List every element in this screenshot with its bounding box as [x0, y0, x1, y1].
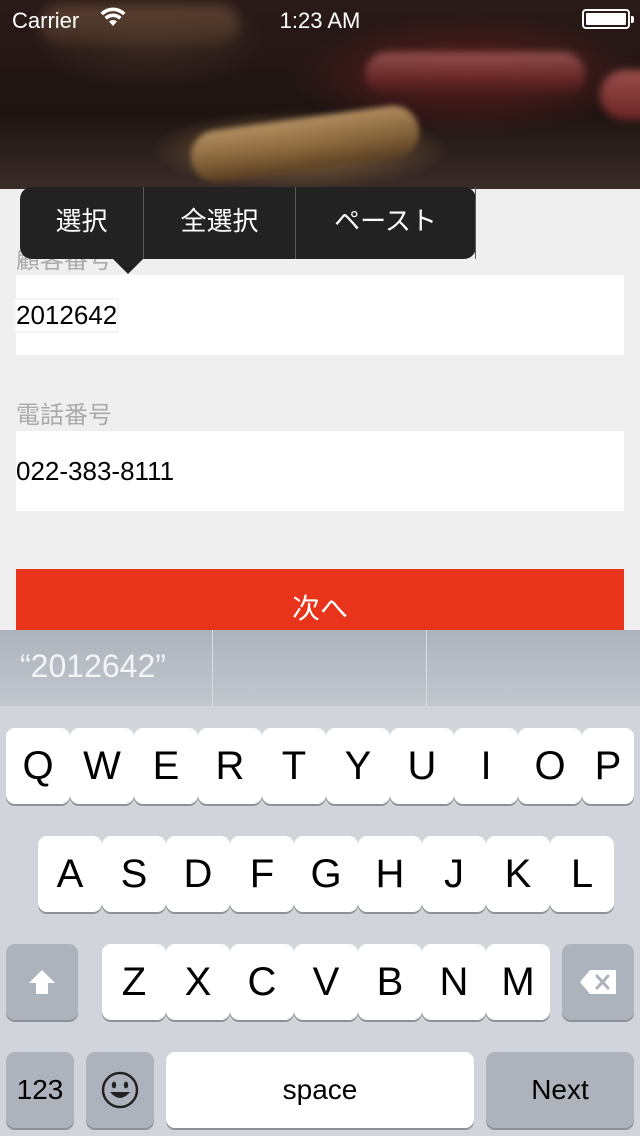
prediction-slot-2[interactable] — [213, 630, 427, 706]
emoji-key[interactable] — [86, 1052, 154, 1128]
key-j[interactable]: J — [422, 836, 486, 912]
key-g[interactable]: G — [294, 836, 358, 912]
prediction-slot-1[interactable]: “2012642” — [0, 630, 213, 706]
key-d[interactable]: D — [166, 836, 230, 912]
delete-key[interactable] — [562, 944, 634, 1020]
backspace-icon — [580, 970, 616, 994]
key-w[interactable]: W — [70, 728, 134, 804]
key-t[interactable]: T — [262, 728, 326, 804]
edit-menu: 選択 全選択 ペースト — [20, 187, 476, 274]
numbers-key[interactable]: 123 — [6, 1052, 74, 1128]
menu-item-paste[interactable]: ペースト — [296, 187, 476, 259]
key-a[interactable]: A — [38, 836, 102, 912]
key-y[interactable]: Y — [326, 728, 390, 804]
key-k[interactable]: K — [486, 836, 550, 912]
next-key[interactable]: Next — [486, 1052, 634, 1128]
key-e[interactable]: E — [134, 728, 198, 804]
prediction-bar: “2012642” — [0, 630, 640, 706]
key-n[interactable]: N — [422, 944, 486, 1020]
key-x[interactable]: X — [166, 944, 230, 1020]
key-o[interactable]: O — [518, 728, 582, 804]
customer-number-value: 2012642 — [16, 300, 118, 331]
emoji-face-icon — [101, 1071, 139, 1109]
menu-item-select-all[interactable]: 全選択 — [144, 187, 296, 259]
keyboard: “2012642” Q W E R T Y U I O P A S D F G … — [0, 630, 640, 1136]
key-z[interactable]: Z — [102, 944, 166, 1020]
phone-number-field[interactable]: 022-383-8111 — [16, 431, 624, 511]
key-c[interactable]: C — [230, 944, 294, 1020]
key-s[interactable]: S — [102, 836, 166, 912]
menu-pointer — [112, 258, 144, 274]
shift-key[interactable] — [6, 944, 78, 1020]
phone-number-value: 022-383-8111 — [16, 456, 175, 486]
clock: 1:23 AM — [279, 8, 361, 33]
phone-number-label: 電話番号 — [16, 401, 112, 429]
key-m[interactable]: M — [486, 944, 550, 1020]
key-u[interactable]: U — [390, 728, 454, 804]
prediction-slot-3[interactable] — [427, 630, 640, 706]
key-h[interactable]: H — [358, 836, 422, 912]
key-p[interactable]: P — [582, 728, 634, 804]
key-q[interactable]: Q — [6, 728, 70, 804]
key-i[interactable]: I — [454, 728, 518, 804]
menu-item-select[interactable]: 選択 — [20, 187, 144, 259]
key-l[interactable]: L — [550, 836, 614, 912]
key-b[interactable]: B — [358, 944, 422, 1020]
key-r[interactable]: R — [198, 728, 262, 804]
key-f[interactable]: F — [230, 836, 294, 912]
shift-arrow-icon — [29, 970, 55, 994]
status-bar: Carrier 1:23 AM — [0, 0, 640, 40]
space-key[interactable]: space — [166, 1052, 474, 1128]
battery-icon — [582, 9, 634, 29]
customer-number-field[interactable]: 2012642 — [16, 275, 624, 355]
key-v[interactable]: V — [294, 944, 358, 1020]
